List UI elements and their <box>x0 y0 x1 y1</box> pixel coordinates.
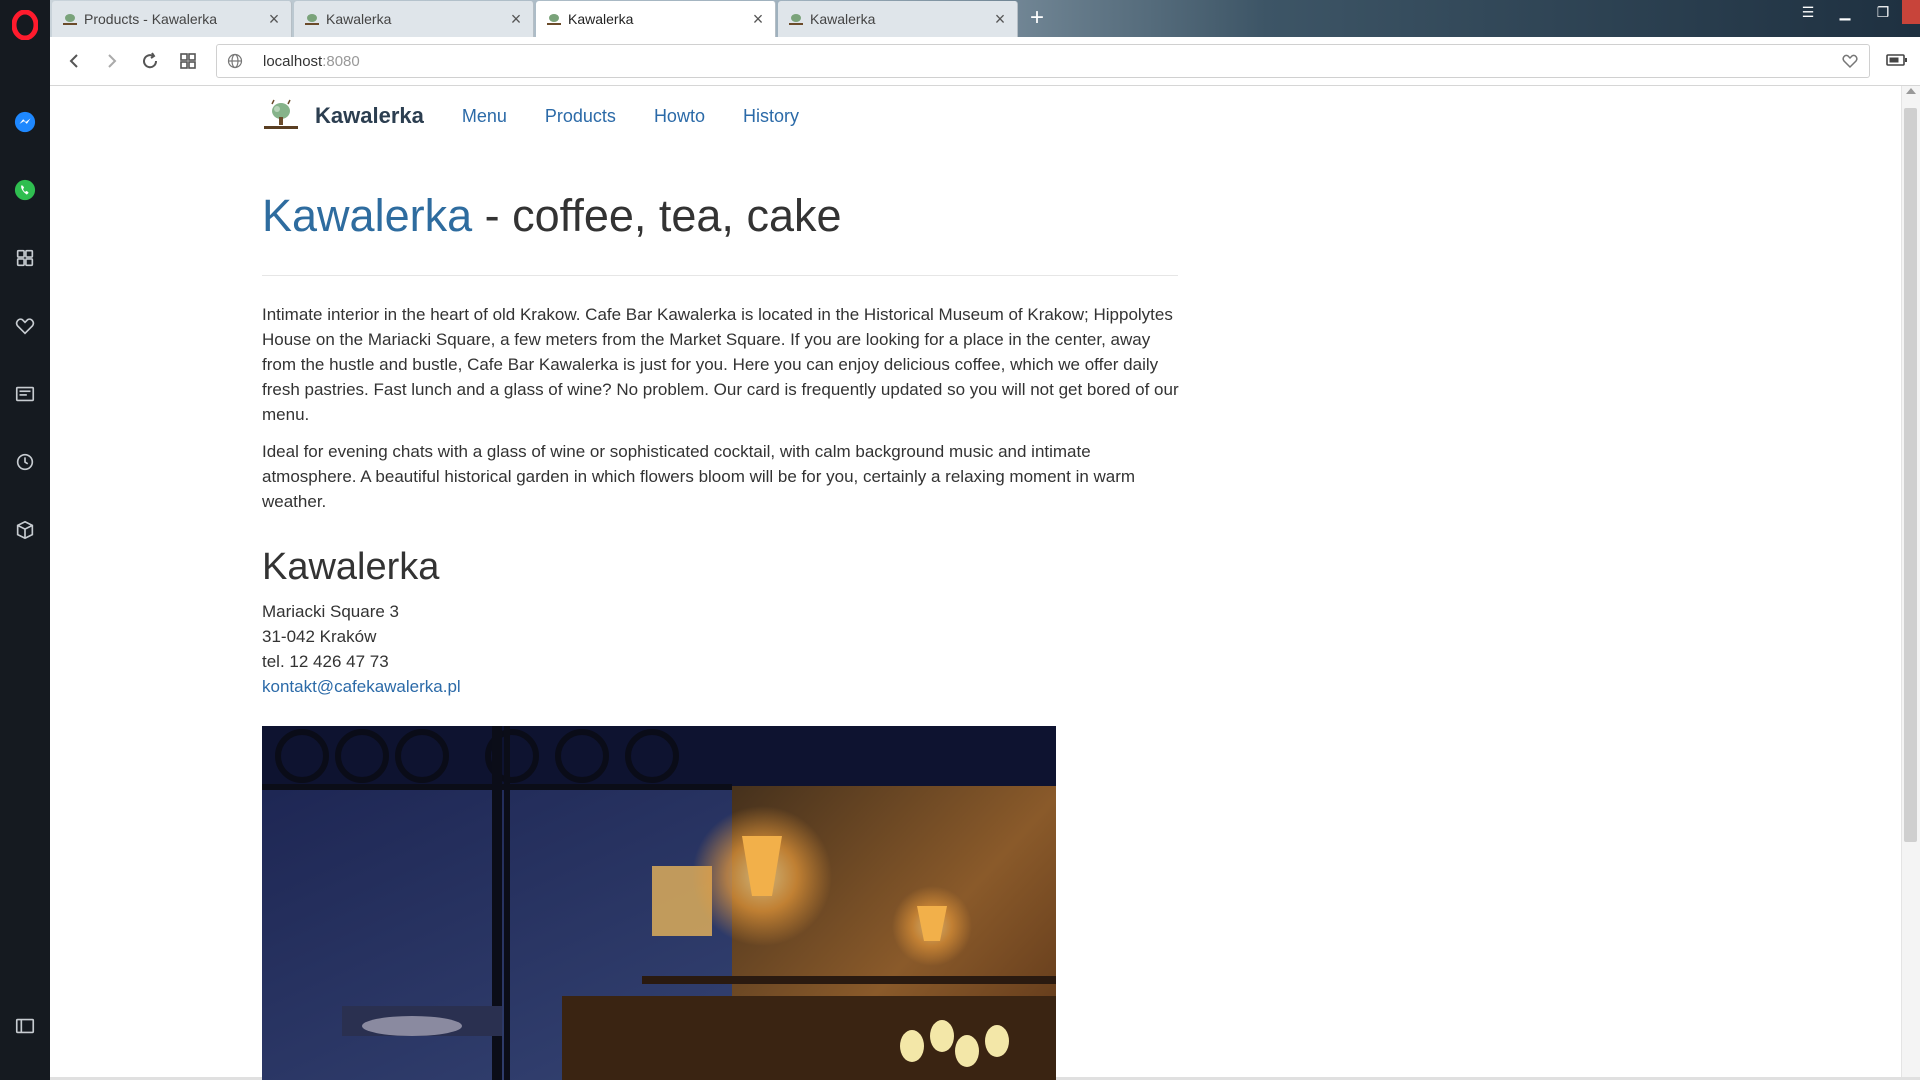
tab-title: Kawalerka <box>568 11 634 27</box>
bookmark-heart-icon[interactable] <box>1841 52 1859 70</box>
nav-history[interactable]: History <box>743 106 799 127</box>
page-title: Kawalerka - coffee, tea, cake <box>262 191 1182 241</box>
tab-close-icon[interactable]: × <box>509 10 523 28</box>
contact-address: Mariacki Square 3 31-042 Kraków tel. 12 … <box>262 599 1182 699</box>
opera-logo-icon[interactable] <box>11 9 39 41</box>
contact-heading: Kawalerka <box>262 545 440 588</box>
tab-title: Products - Kawalerka <box>84 11 218 27</box>
page-title-highlight: Kawalerka <box>262 190 473 241</box>
intro-paragraph: Intimate interior in the heart of old Kr… <box>262 304 1179 424</box>
scrollbar-thumb[interactable] <box>1904 108 1917 842</box>
tabs-grid-icon[interactable] <box>176 49 200 73</box>
speed-dial-icon[interactable] <box>11 244 39 272</box>
cafe-interior-photo <box>262 726 1056 1080</box>
new-tab-button[interactable]: + <box>1024 6 1050 32</box>
page-title-rest: - coffee, tea, cake <box>472 190 842 241</box>
forward-icon[interactable] <box>100 49 124 73</box>
contact-email-link[interactable]: kontakt@cafekawalerka.pl <box>262 677 461 696</box>
window-close-icon[interactable]: ✕ <box>1902 0 1920 24</box>
kawalerka-logo-icon[interactable] <box>262 98 300 134</box>
tab-close-icon[interactable]: × <box>993 10 1007 28</box>
extensions-icon[interactable] <box>11 516 39 544</box>
site-brand[interactable]: Kawalerka <box>315 103 424 129</box>
kawalerka-favicon-icon <box>305 14 319 25</box>
minimize-icon[interactable]: ▁ <box>1826 0 1864 24</box>
kawalerka-favicon-icon <box>789 14 803 25</box>
back-icon[interactable] <box>62 49 86 73</box>
scroll-up-icon[interactable] <box>1906 88 1916 94</box>
url-port: :8080 <box>322 53 360 70</box>
nav-products[interactable]: Products <box>545 106 616 127</box>
tab-title: Kawalerka <box>326 11 392 27</box>
url-text: localhost:8080 <box>263 53 360 70</box>
tab-kawalerka-1[interactable]: Kawalerka × <box>294 1 534 37</box>
history-icon[interactable] <box>11 448 39 476</box>
maximize-icon[interactable]: ❐ <box>1864 0 1902 24</box>
atmosphere-paragraph: Ideal for evening chats with a glass of … <box>262 441 1136 511</box>
reload-icon[interactable] <box>138 49 162 73</box>
divider <box>262 274 1178 276</box>
nav-howto[interactable]: Howto <box>654 106 705 127</box>
address-bar[interactable]: localhost:8080 <box>216 44 1870 78</box>
address-city: 31-042 Kraków <box>262 626 377 646</box>
page-content: Kawalerka Menu Products Howto History Ka… <box>262 86 1182 1080</box>
window-controls: ▁ ❐ ✕ <box>1788 0 1920 24</box>
address-street: Mariacki Square 3 <box>262 601 400 621</box>
site-navbar: Kawalerka Menu Products Howto History <box>262 86 1182 146</box>
news-icon[interactable] <box>11 380 39 408</box>
tab-kawalerka-active[interactable]: Kawalerka × <box>536 1 776 37</box>
bookmarks-icon[interactable] <box>11 312 39 340</box>
kawalerka-favicon-icon <box>547 14 561 25</box>
tab-products[interactable]: Products - Kawalerka × <box>52 1 292 37</box>
tab-kawalerka-3[interactable]: Kawalerka × <box>778 1 1018 37</box>
sidebar-toggle-icon[interactable] <box>11 1012 39 1040</box>
whatsapp-icon[interactable] <box>11 176 39 204</box>
browser-sidebar <box>0 0 50 1080</box>
messenger-icon[interactable] <box>11 108 39 136</box>
globe-icon <box>227 53 243 69</box>
tab-close-icon[interactable]: × <box>267 10 281 28</box>
kawalerka-favicon-icon <box>63 14 77 25</box>
browser-toolbar: localhost:8080 <box>50 37 1920 86</box>
tab-title: Kawalerka <box>810 11 876 27</box>
nav-menu[interactable]: Menu <box>462 106 507 127</box>
url-host: localhost <box>263 53 323 70</box>
address-phone: tel. 12 426 47 73 <box>262 651 389 671</box>
vertical-scrollbar[interactable] <box>1901 86 1920 1080</box>
tab-strip: Products - Kawalerka × Kawalerka × Kawal… <box>50 0 1920 37</box>
battery-saver-icon[interactable] <box>1886 53 1908 67</box>
tab-close-icon[interactable]: × <box>751 10 765 28</box>
